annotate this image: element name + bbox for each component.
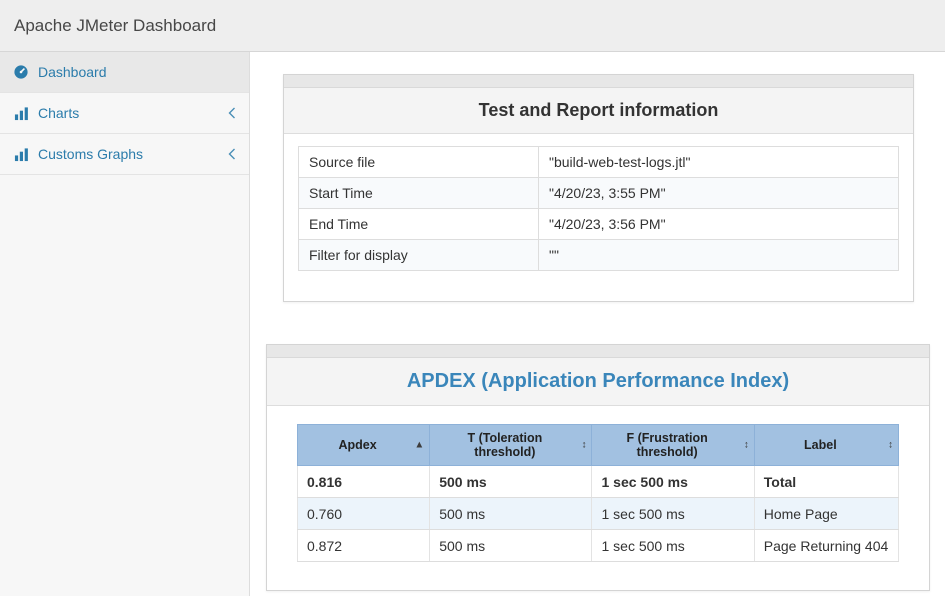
apdex-card: APDEX (Application Performance Index) Ap…: [266, 344, 930, 591]
sidebar: Dashboard Charts: [0, 52, 250, 596]
chevron-left-icon: [228, 148, 236, 160]
info-card-body: Source file "build-web-test-logs.jtl" St…: [284, 134, 913, 301]
column-header-label: Apdex: [339, 438, 377, 452]
label-cell: Total: [754, 466, 898, 498]
frustration-cell: 1 sec 500 ms: [592, 466, 754, 498]
info-value: "": [539, 240, 899, 271]
column-header-label-col[interactable]: Label ↕: [754, 425, 898, 466]
portlet-header-bar: [267, 345, 929, 358]
table-row-total: 0.816 500 ms 1 sec 500 ms Total: [298, 466, 899, 498]
apdex-cell: 0.760: [298, 498, 430, 530]
info-card-header: Test and Report information: [284, 88, 913, 134]
bar-chart-icon: [13, 105, 29, 121]
page-layout: Dashboard Charts: [0, 52, 945, 596]
portlet-header-bar: [284, 75, 913, 88]
info-value: "build-web-test-logs.jtl": [539, 147, 899, 178]
info-value: "4/20/23, 3:55 PM": [539, 178, 899, 209]
label-cell: Home Page: [754, 498, 898, 530]
info-label: Filter for display: [299, 240, 539, 271]
apdex-card-body: Apdex ▲ T (Toleration threshold) ↕ F (Fr…: [267, 406, 929, 590]
toleration-cell: 500 ms: [430, 466, 592, 498]
frustration-cell: 1 sec 500 ms: [592, 498, 754, 530]
info-label: End Time: [299, 209, 539, 240]
sidebar-item-label: Customs Graphs: [38, 146, 143, 162]
toleration-cell: 500 ms: [430, 530, 592, 562]
frustration-cell: 1 sec 500 ms: [592, 530, 754, 562]
sort-ascending-icon: ▲: [414, 440, 424, 451]
sidebar-item-charts[interactable]: Charts: [0, 93, 249, 134]
table-row: End Time "4/20/23, 3:56 PM": [299, 209, 899, 240]
info-card-title: Test and Report information: [294, 100, 903, 121]
test-report-info-card: Test and Report information Source file …: [283, 74, 914, 302]
column-header-toleration[interactable]: T (Toleration threshold) ↕: [430, 425, 592, 466]
apdex-card-title: APDEX (Application Performance Index): [277, 370, 919, 393]
toleration-cell: 500 ms: [430, 498, 592, 530]
apdex-card-header: APDEX (Application Performance Index): [267, 358, 929, 406]
table-row: 0.872 500 ms 1 sec 500 ms Page Returning…: [298, 530, 899, 562]
table-row: Start Time "4/20/23, 3:55 PM": [299, 178, 899, 209]
sidebar-item-label: Dashboard: [38, 64, 107, 80]
sort-both-icon: ↕: [581, 440, 586, 451]
app-title: Apache JMeter Dashboard: [14, 16, 216, 36]
column-header-label: F (Frustration threshold): [626, 431, 707, 459]
sidebar-item-customs-graphs[interactable]: Customs Graphs: [0, 134, 249, 175]
sidebar-item-label: Charts: [38, 105, 79, 121]
main-content: Test and Report information Source file …: [250, 52, 945, 596]
test-report-info-table: Source file "build-web-test-logs.jtl" St…: [298, 146, 899, 271]
sidebar-item-dashboard[interactable]: Dashboard: [0, 52, 249, 93]
sort-both-icon: ↕: [888, 440, 893, 451]
chevron-left-icon: [228, 107, 236, 119]
column-header-apdex[interactable]: Apdex ▲: [298, 425, 430, 466]
table-row: 0.760 500 ms 1 sec 500 ms Home Page: [298, 498, 899, 530]
label-cell: Page Returning 404: [754, 530, 898, 562]
sort-both-icon: ↕: [744, 440, 749, 451]
table-row: Source file "build-web-test-logs.jtl": [299, 147, 899, 178]
info-label: Start Time: [299, 178, 539, 209]
apdex-table: Apdex ▲ T (Toleration threshold) ↕ F (Fr…: [297, 424, 899, 562]
apdex-cell: 0.816: [298, 466, 430, 498]
topbar: Apache JMeter Dashboard: [0, 0, 945, 52]
dashboard-gauge-icon: [13, 64, 29, 80]
column-header-frustration[interactable]: F (Frustration threshold) ↕: [592, 425, 754, 466]
column-header-label: T (Toleration threshold): [467, 431, 542, 459]
apdex-cell: 0.872: [298, 530, 430, 562]
table-header-row: Apdex ▲ T (Toleration threshold) ↕ F (Fr…: [298, 425, 899, 466]
info-label: Source file: [299, 147, 539, 178]
info-value: "4/20/23, 3:56 PM": [539, 209, 899, 240]
table-row: Filter for display "": [299, 240, 899, 271]
column-header-label: Label: [804, 438, 837, 452]
bar-chart-icon: [13, 146, 29, 162]
